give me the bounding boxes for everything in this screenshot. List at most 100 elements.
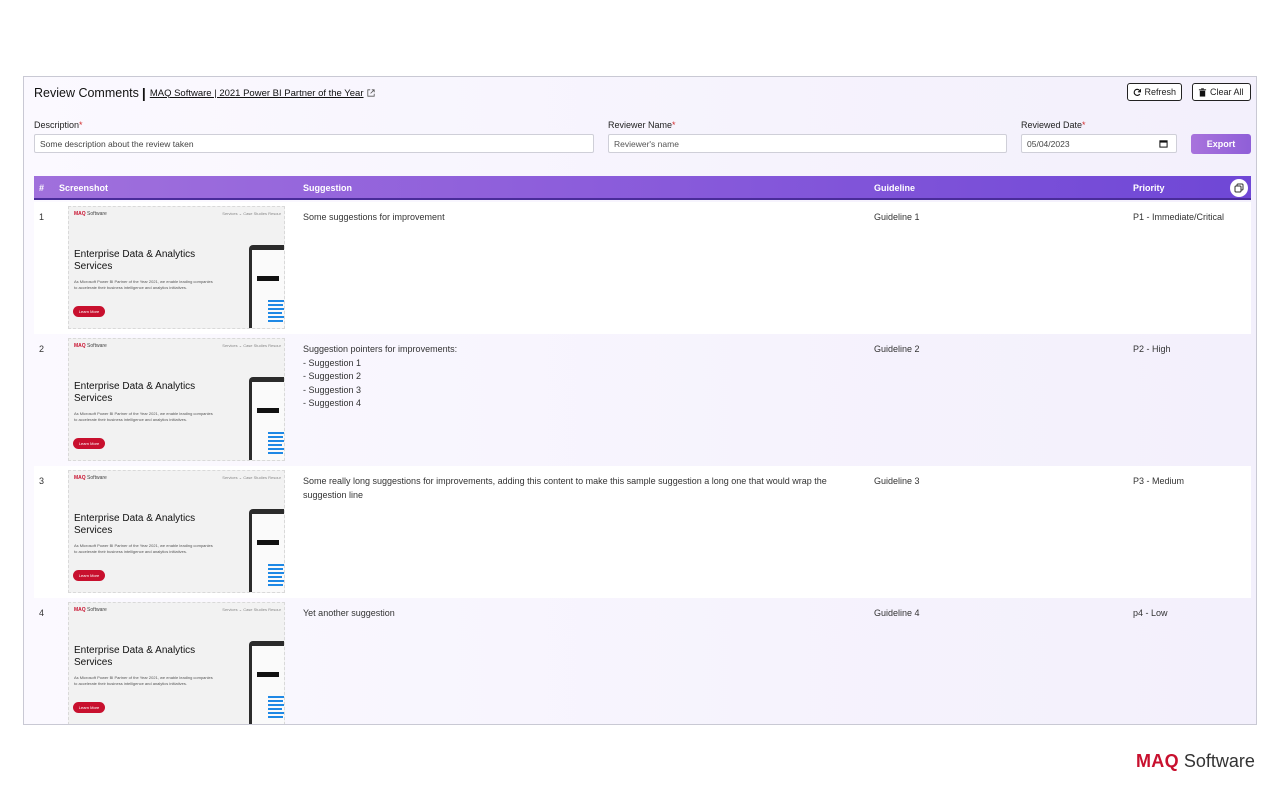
thumb-logo: MAQ Software [74,343,107,349]
thumb-device-screen [252,382,284,460]
table-row: 1 MAQ Software Services ⌄ Case Studies R… [34,202,1251,334]
screenshot-thumbnail[interactable]: MAQ Software Services ⌄ Case Studies Res… [68,602,285,724]
thumb-bar [268,584,283,586]
priority-cell: P2 - High [1133,344,1171,354]
partner-link[interactable]: MAQ Software | 2021 Power BI Partner of … [150,88,364,99]
thumb-bar [268,304,283,306]
thumb-bar [268,300,284,302]
thumb-block [257,408,279,413]
maq-software-logo: MAQ Software [1136,751,1255,771]
thumb-bar [268,444,282,446]
thumb-nav: Services ⌄ Case Studies Resour [222,343,281,348]
priority-cell: p4 - Low [1133,608,1168,618]
thumb-bar [268,436,283,438]
thumb-logo: MAQ Software [74,211,107,217]
thumb-cta: Learn More [73,306,105,317]
thumb-bar [268,580,284,582]
col-screenshot: Screenshot [59,183,109,193]
priority-cell: P1 - Immediate/Critical [1133,212,1225,222]
col-priority: Priority [1133,183,1165,193]
screenshot-thumbnail[interactable]: MAQ Software Services ⌄ Case Studies Res… [68,338,285,461]
col-suggestion: Suggestion [303,183,352,193]
reviewer-name-input[interactable]: Reviewer's name [608,134,1007,153]
screenshot-thumbnail[interactable]: MAQ Software Services ⌄ Case Studies Res… [68,206,285,329]
table-row: 4 MAQ Software Services ⌄ Case Studies R… [34,598,1251,724]
title-separator: | [141,85,146,101]
copy-icon [1234,183,1244,193]
thumb-text: As Microsoft Power BI Partner of the Yea… [74,675,213,686]
trash-icon [1198,87,1207,97]
review-panel: Review Comments | MAQ Software | 2021 Po… [23,76,1257,725]
thumb-block [257,540,279,545]
row-number: 1 [39,212,45,222]
thumb-cta: Learn More [73,570,105,581]
suggestion-cell: Some suggestions for improvement [303,212,445,222]
row-number: 3 [39,476,45,486]
thumb-device-screen [252,514,284,592]
thumb-text: As Microsoft Power BI Partner of the Yea… [74,543,213,554]
thumb-device-screen [252,646,284,724]
table-row: 2 MAQ Software Services ⌄ Case Studies R… [34,334,1251,466]
export-button[interactable]: Export [1191,134,1251,154]
reviewed-date-label: Reviewed Date* [1021,120,1086,130]
refresh-icon [1133,88,1142,96]
thumb-heading: Enterprise Data & Analytics Services [74,645,196,668]
thumb-bar [268,716,283,718]
description-input[interactable]: Some description about the review taken [34,134,594,153]
thumb-nav: Services ⌄ Case Studies Resour [222,607,281,612]
thumb-bar [268,708,282,710]
thumb-bar [268,308,284,310]
thumb-device [249,641,284,724]
thumb-bar [268,432,284,434]
suggestion-cell: Yet another suggestion [303,608,395,618]
thumb-bar [268,440,284,442]
calendar-icon[interactable] [1159,139,1168,148]
thumb-device [249,377,284,460]
table-header: # Screenshot Suggestion Guideline Priori… [34,176,1251,200]
thumb-device [249,509,284,592]
thumb-device [249,245,284,328]
thumb-bar [268,316,284,318]
thumb-bar [268,572,284,574]
row-number: 2 [39,344,45,354]
table-row: 3 MAQ Software Services ⌄ Case Studies R… [34,466,1251,598]
suggestion-cell: Some really long suggestions for improve… [303,476,827,500]
thumb-bar [268,696,284,698]
thumb-device-screen [252,250,284,328]
thumb-cta: Learn More [73,702,105,713]
copy-button[interactable] [1230,179,1248,197]
row-number: 4 [39,608,45,618]
thumb-nav: Services ⌄ Case Studies Resour [222,475,281,480]
thumb-logo: MAQ Software [74,607,107,613]
thumb-heading: Enterprise Data & Analytics Services [74,381,196,404]
thumb-bar [268,568,283,570]
col-guideline: Guideline [874,183,916,193]
guideline-cell: Guideline 4 [874,608,920,618]
thumb-bar [268,576,282,578]
reviewer-name-label: Reviewer Name* [608,120,676,130]
clear-all-button[interactable]: Clear All [1192,83,1251,101]
thumb-block [257,672,279,677]
thumb-bar [268,700,283,702]
screenshot-thumbnail[interactable]: MAQ Software Services ⌄ Case Studies Res… [68,470,285,593]
thumb-bar [268,452,283,454]
thumb-bar [268,320,283,322]
thumb-bar [268,712,284,714]
thumb-bar [268,704,284,706]
page-title: Review Comments [34,86,139,100]
guideline-cell: Guideline 3 [874,476,920,486]
refresh-label: Refresh [1144,87,1176,97]
thumb-bar [268,564,284,566]
thumb-nav: Services ⌄ Case Studies Resour [222,211,281,216]
thumb-cta: Learn More [73,438,105,449]
thumb-bar [268,312,282,314]
refresh-button[interactable]: Refresh [1127,83,1182,101]
priority-cell: P3 - Medium [1133,476,1185,486]
thumb-heading: Enterprise Data & Analytics Services [74,513,196,536]
thumb-block [257,276,279,281]
col-num: # [39,183,45,193]
thumb-logo: MAQ Software [74,475,107,481]
guideline-cell: Guideline 2 [874,344,920,354]
external-link-icon[interactable] [366,89,375,97]
reviewed-date-input[interactable]: 05/04/2023 [1021,134,1177,153]
